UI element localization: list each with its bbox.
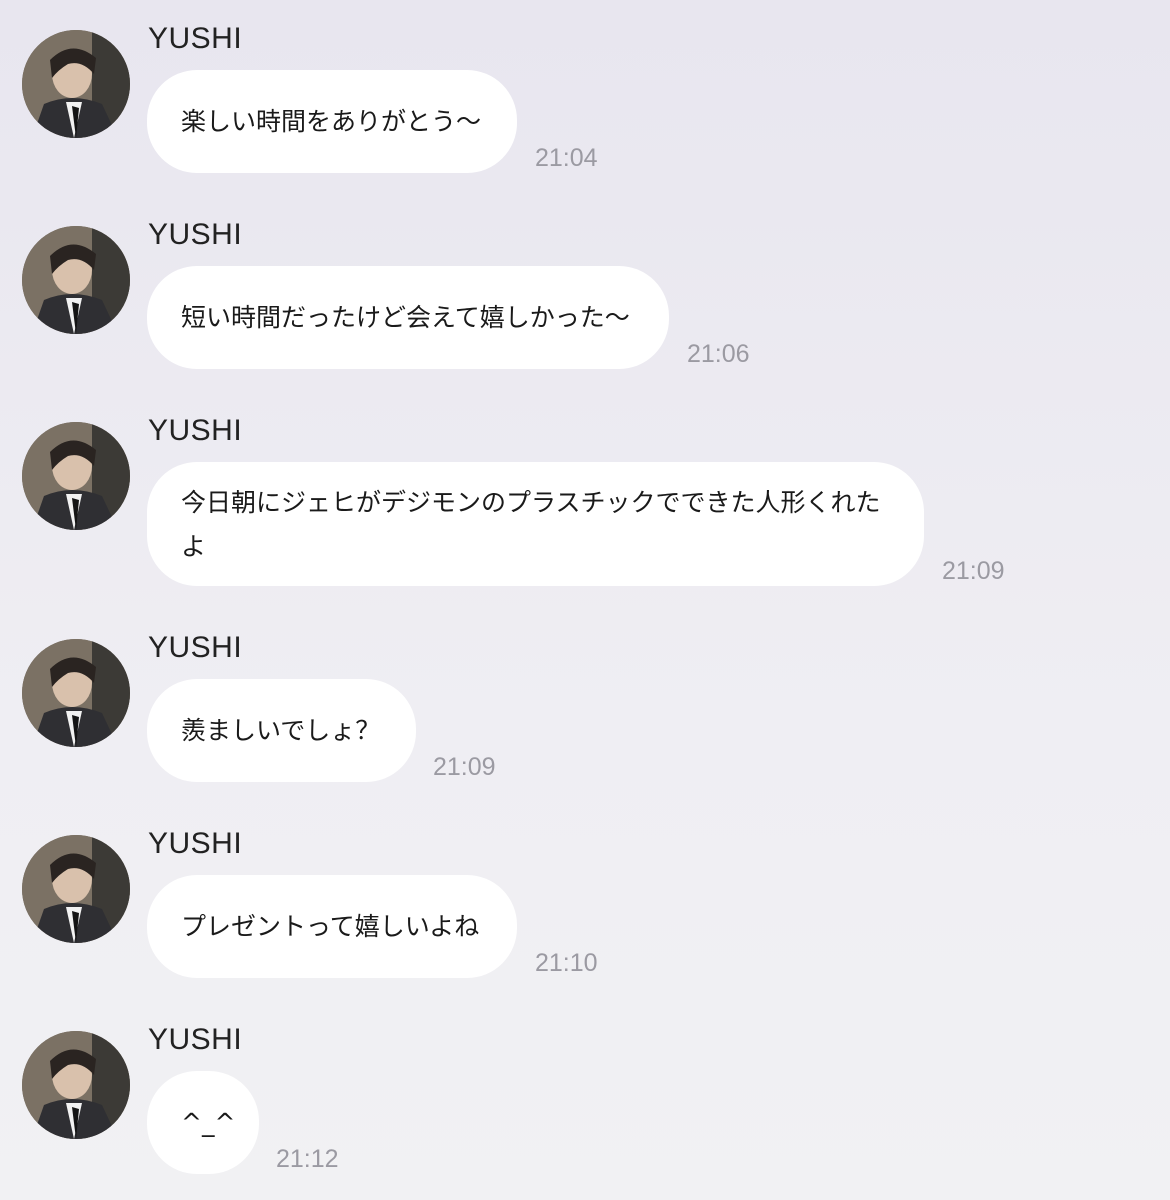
message-timestamp: 21:04 [535,144,598,172]
message-bubble[interactable]: 短い時間だったけど会えて嬉しかった〜 [147,266,669,369]
avatar[interactable] [22,422,130,530]
message-bubble[interactable]: ^_^ [147,1071,259,1174]
message-text: 短い時間だったけど会えて嬉しかった〜 [181,302,630,332]
sender-name: YUSHI [148,414,243,447]
message-text: プレゼントって嬉しいよね [181,911,480,941]
message-text: 楽しい時間をありがとう〜 [181,106,482,136]
message-bubble[interactable]: プレゼントって嬉しいよね [147,875,517,978]
sender-name: YUSHI [148,218,243,251]
message-timestamp: 21:12 [276,1145,339,1173]
message-bubble[interactable]: 羨ましいでしょ？ [147,679,416,782]
avatar-photo-icon [22,226,130,334]
avatar[interactable] [22,639,130,747]
message-timestamp: 21:06 [687,340,750,368]
avatar-photo-icon [22,639,130,747]
sender-name: YUSHI [148,1023,243,1056]
avatar[interactable] [22,835,130,943]
sender-name: YUSHI [148,631,243,664]
avatar-photo-icon [22,30,130,138]
message-text: ^_^ [181,1107,236,1137]
avatar-photo-icon [22,835,130,943]
message-text: 今日朝にジェヒがデジモンのプラスチックでできた人形くれたよ [181,488,881,561]
avatar[interactable] [22,226,130,334]
message-timestamp: 21:09 [433,753,496,781]
message-timestamp: 21:10 [535,949,598,977]
avatar[interactable] [22,30,130,138]
message-timestamp: 21:09 [942,557,1005,585]
message-bubble[interactable]: 今日朝にジェヒがデジモンのプラスチックでできた人形くれたよ [147,462,924,586]
chat-message-list[interactable]: YUSHI 楽しい時間をありがとう〜 21:04 YUSHI 短い時間だったけど… [0,0,1170,1200]
avatar-photo-icon [22,422,130,530]
message-bubble[interactable]: 楽しい時間をありがとう〜 [147,70,517,173]
message-text: 羨ましいでしょ？ [181,715,381,745]
sender-name: YUSHI [148,22,243,55]
avatar-photo-icon [22,1031,130,1139]
sender-name: YUSHI [148,827,243,860]
avatar[interactable] [22,1031,130,1139]
